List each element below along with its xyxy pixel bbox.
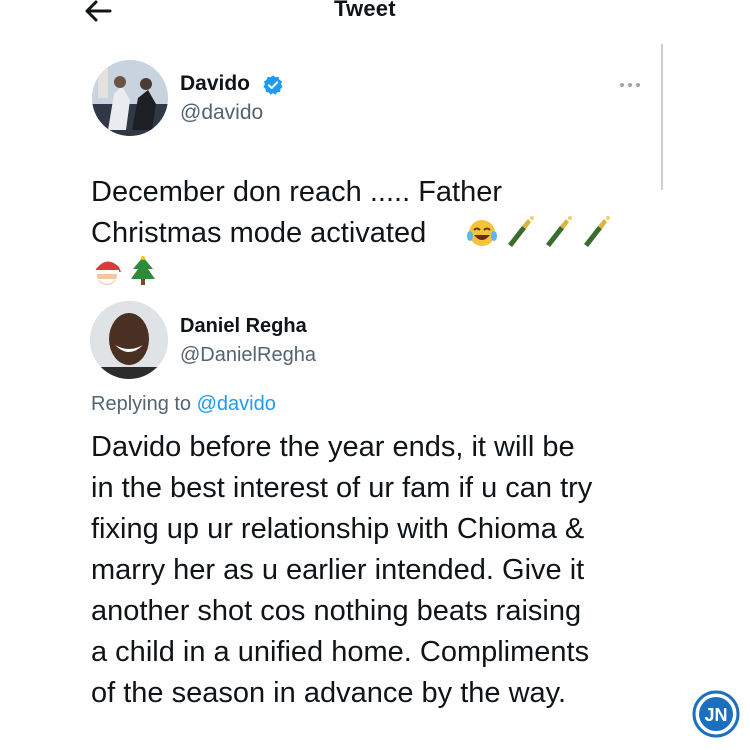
reply-text-line: fixing up ur relationship with Chioma & bbox=[91, 513, 585, 545]
page-title: Tweet bbox=[334, 0, 396, 21]
reply-author-handle[interactable]: @DanielRegha bbox=[180, 344, 316, 367]
face-with-tears-of-joy-icon bbox=[467, 220, 497, 246]
avatar-photo bbox=[90, 301, 168, 379]
replying-to-link[interactable]: @davido bbox=[197, 393, 276, 415]
author-handle[interactable]: @davido bbox=[180, 101, 263, 125]
reply-text-line: Davido before the year ends, it will be bbox=[91, 431, 575, 463]
avatar[interactable] bbox=[92, 60, 168, 136]
champagne-bottle-icon bbox=[546, 216, 572, 247]
santa-face-icon bbox=[95, 261, 121, 285]
more-options-icon[interactable] bbox=[616, 80, 646, 90]
author-name[interactable]: Davido bbox=[180, 72, 250, 96]
reply-text-line: another shot cos nothing beats raising bbox=[91, 595, 582, 627]
champagne-bottle-icon bbox=[508, 216, 534, 247]
tweet-text-line: December don reach ..... Father bbox=[91, 176, 503, 208]
reply-text: Davido before the year ends, it will be … bbox=[91, 427, 651, 714]
emoji-row bbox=[95, 256, 155, 285]
reply-text-line: in the best interest of ur fam if u can … bbox=[91, 472, 593, 504]
christmas-tree-icon bbox=[131, 256, 155, 285]
reply-text-line: a child in a unified home. Compliments bbox=[91, 636, 590, 668]
avatar[interactable] bbox=[90, 301, 168, 379]
watermark-text: JN bbox=[704, 705, 727, 725]
replying-to-line: Replying to @davido bbox=[91, 393, 276, 416]
arrow-left-icon[interactable] bbox=[80, 0, 120, 26]
reply-author-name[interactable]: Daniel Regha bbox=[180, 315, 307, 338]
watermark-logo: JN bbox=[692, 690, 740, 738]
avatar-photo bbox=[92, 60, 168, 136]
replying-to-label: Replying to bbox=[91, 393, 192, 415]
reply-text-line: of the season in advance by the way. bbox=[91, 677, 567, 709]
scrollbar[interactable] bbox=[661, 44, 663, 190]
reply-text-line: marry her as u earlier intended. Give it bbox=[91, 554, 585, 586]
verified-badge-icon bbox=[263, 75, 283, 95]
emoji-row bbox=[467, 216, 610, 247]
champagne-bottle-icon bbox=[584, 216, 610, 247]
